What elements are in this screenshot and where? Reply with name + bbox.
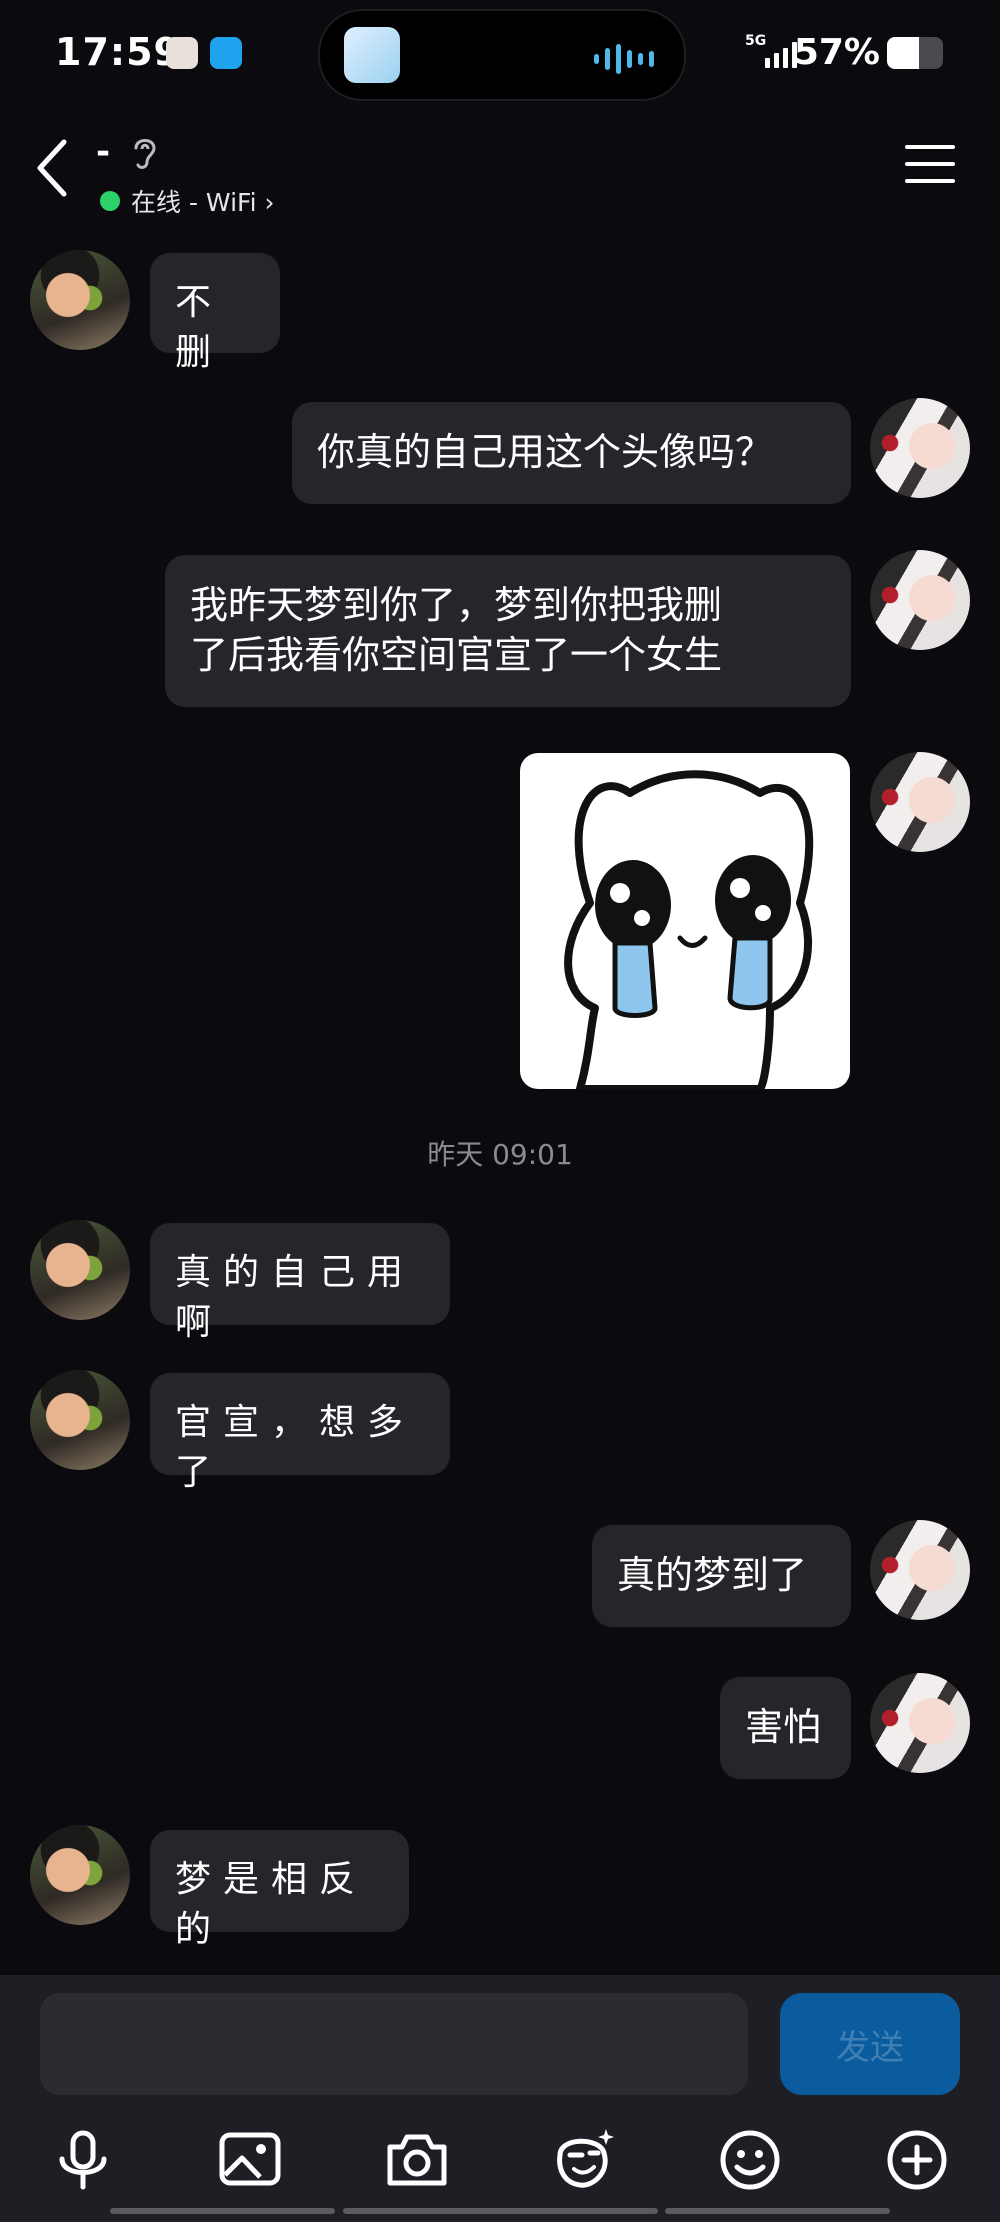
contact-avatar[interactable] — [30, 1220, 130, 1320]
image-icon[interactable] — [215, 2125, 285, 2195]
back-button[interactable] — [30, 136, 80, 200]
camera-icon[interactable] — [382, 2125, 452, 2195]
message-line: 我昨天梦到你了，梦到你把我删 — [190, 583, 723, 627]
message-bubble-outgoing[interactable]: 害怕 — [720, 1677, 851, 1779]
message-bubble-incoming[interactable]: 不 删 — [150, 253, 280, 373]
audio-wave-icon — [594, 44, 654, 74]
contact-avatar[interactable] — [30, 1825, 130, 1925]
chevron-right-icon: › — [264, 188, 275, 217]
message-input[interactable] — [40, 1993, 748, 2095]
my-avatar[interactable] — [870, 1520, 970, 1620]
message-bubble-incoming[interactable]: 官宣，想多了 — [150, 1373, 450, 1493]
contact-name[interactable]: - — [96, 132, 110, 172]
qq-notification-icon — [210, 37, 242, 69]
microphone-icon[interactable] — [48, 2125, 118, 2195]
my-avatar[interactable] — [870, 752, 970, 852]
message-bubble-outgoing[interactable]: 真的梦到了 — [592, 1525, 851, 1627]
message-bubble-outgoing[interactable]: 我昨天梦到你了，梦到你把我删 了后我看你空间官宣了一个女生 — [165, 555, 851, 707]
contact-avatar[interactable] — [30, 1370, 130, 1470]
island-app-icon — [344, 27, 400, 83]
my-avatar[interactable] — [870, 398, 970, 498]
home-indicator — [343, 2208, 658, 2214]
message-line: 了后我看你空间官宣了一个女生 — [190, 633, 723, 677]
message-bubble-incoming[interactable]: 真的自己用啊 — [150, 1223, 450, 1343]
contact-notification-icon — [166, 37, 198, 69]
contact-avatar[interactable] — [30, 250, 130, 350]
add-icon[interactable] — [882, 2125, 952, 2195]
home-indicator — [665, 2208, 890, 2214]
my-avatar[interactable] — [870, 550, 970, 650]
my-avatar[interactable] — [870, 1673, 970, 1773]
chevron-left-icon — [37, 139, 67, 197]
battery-percent: 57% — [793, 32, 880, 73]
home-indicator — [110, 2208, 335, 2214]
online-status-dot — [100, 191, 120, 211]
ear-icon[interactable] — [130, 134, 160, 172]
message-bubble-outgoing[interactable]: 你真的自己用这个头像吗？ — [292, 402, 851, 504]
emoji-icon[interactable] — [715, 2125, 785, 2195]
sticker-icon[interactable] — [548, 2125, 618, 2195]
menu-button[interactable] — [905, 145, 955, 189]
dynamic-island[interactable] — [318, 9, 686, 101]
send-button[interactable]: 发送 — [780, 1993, 960, 2095]
crying-bear-image — [564, 770, 814, 1089]
crying-bear-sticker[interactable] — [520, 753, 850, 1089]
battery-icon — [887, 37, 943, 69]
online-status-label: 在线 - WiFi — [131, 188, 257, 217]
status-time: 17:59 — [55, 30, 181, 74]
online-status[interactable]: 在线 - WiFi › — [131, 183, 275, 219]
message-bubble-incoming[interactable]: 梦是相反的 — [150, 1830, 409, 1950]
message-timestamp: 昨天 09:01 — [427, 1138, 573, 1171]
